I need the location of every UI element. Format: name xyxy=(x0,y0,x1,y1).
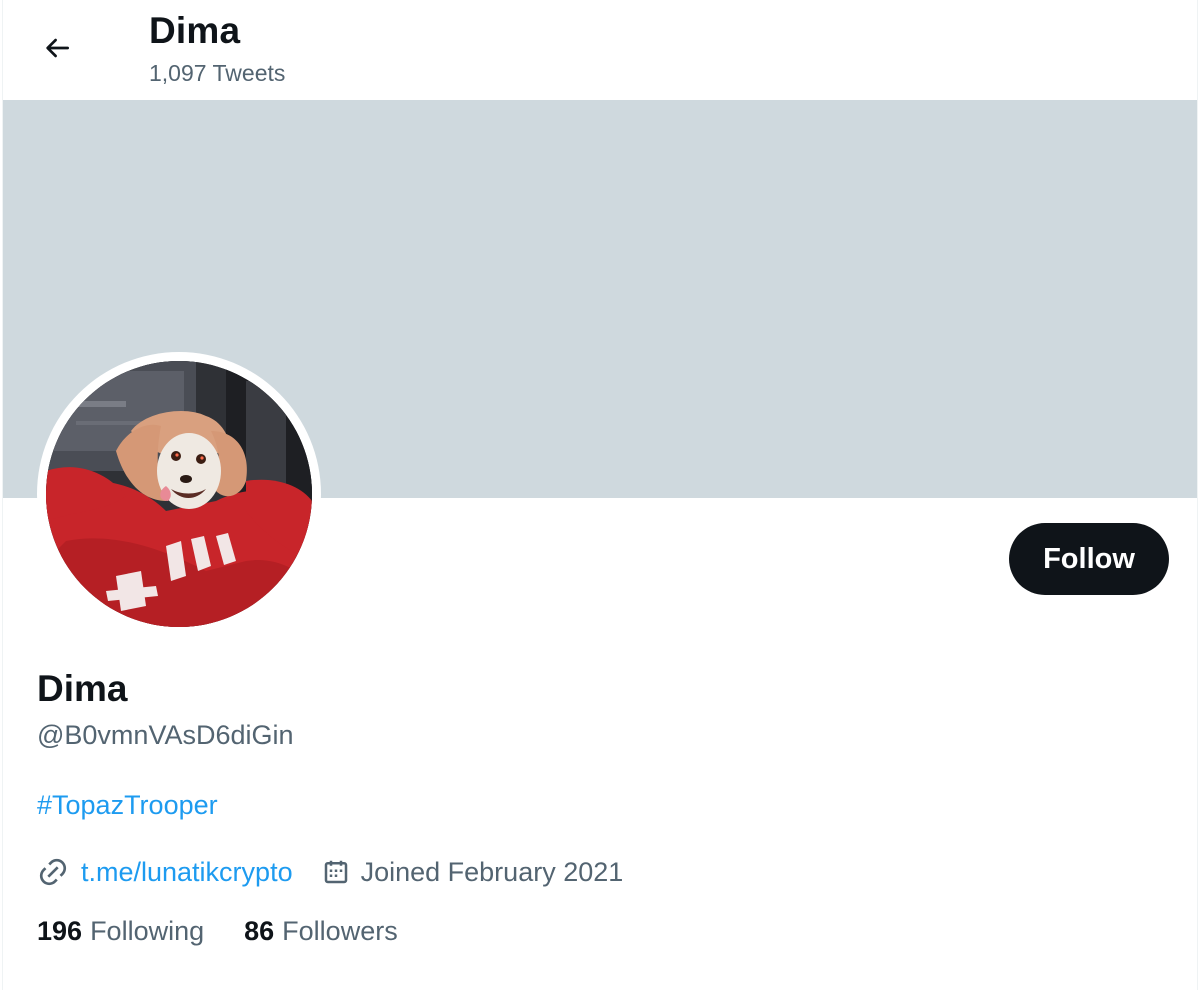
followers-label: Followers xyxy=(282,916,398,946)
arrow-left-icon xyxy=(46,38,69,58)
following-count: 196 xyxy=(37,916,83,946)
joined-date-text: Joined February 2021 xyxy=(360,856,624,887)
avatar-image xyxy=(46,361,312,627)
joined-date: Joined February 2021 xyxy=(321,856,624,888)
followers-count: 86 xyxy=(244,916,275,946)
header-title: Dima xyxy=(149,10,241,51)
profile-page: Dima 1,097 Tweets Follow Dima @B0vmnVAsD… xyxy=(2,0,1198,990)
profile-meta: t.me/lunatikcrypto Joined February 2021 xyxy=(37,852,623,892)
tweet-count: 1,097 Tweets xyxy=(149,60,286,86)
profile-stats: 196 Following 86 Followers xyxy=(37,916,398,947)
link-icon xyxy=(39,858,67,886)
following-stat[interactable]: 196 Following xyxy=(37,916,204,947)
profile-header-bar: Dima 1,097 Tweets xyxy=(3,0,1197,100)
profile-link[interactable]: t.me/lunatikcrypto xyxy=(37,856,293,888)
follow-button[interactable]: Follow xyxy=(1009,523,1169,595)
avatar[interactable] xyxy=(46,361,312,627)
followers-stat[interactable]: 86 Followers xyxy=(244,916,398,947)
following-label: Following xyxy=(90,916,205,946)
back-button[interactable] xyxy=(33,26,81,70)
profile-link-text[interactable]: t.me/lunatikcrypto xyxy=(81,857,293,888)
bio-hashtag[interactable]: #TopazTrooper xyxy=(37,790,218,821)
profile-display-name: Dima xyxy=(37,668,128,709)
calendar-icon xyxy=(324,860,347,884)
profile-handle: @B0vmnVAsD6diGin xyxy=(37,720,294,750)
